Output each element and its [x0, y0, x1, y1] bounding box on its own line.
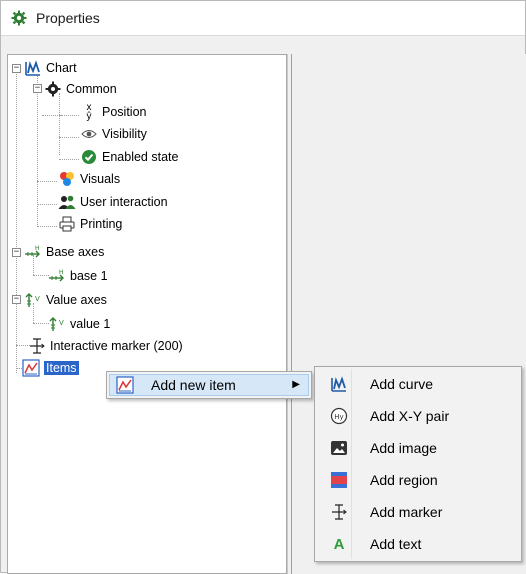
tree-line [59, 93, 60, 155]
tree-node-chart[interactable]: Chart [24, 58, 77, 78]
tree-line [59, 159, 79, 160]
tree-node-base-axes[interactable]: H Base axes [24, 242, 104, 262]
expander-base-axes[interactable]: − [12, 248, 21, 257]
text-icon: A [329, 534, 349, 554]
title-bar: Properties [1, 1, 525, 36]
tree-label-position: Position [102, 105, 147, 119]
tree-line [59, 137, 79, 138]
chevron-right-icon: ▶ [292, 379, 300, 390]
menu-item-add-region[interactable]: Add region [317, 465, 519, 495]
items-icon [22, 359, 40, 377]
chart-icon [24, 59, 42, 77]
printer-icon [58, 215, 76, 233]
gear-icon [11, 10, 27, 26]
marker-icon [28, 337, 46, 355]
axis-h-glyph: H [59, 269, 64, 276]
menu-label-add-image: Add image [370, 440, 437, 456]
tree-node-printing[interactable]: Printing [58, 214, 122, 234]
tree-line [37, 181, 57, 182]
eye-icon [80, 125, 98, 143]
menu-item-add-text[interactable]: A Add text [317, 529, 519, 559]
menu-label-add-text: Add text [370, 536, 422, 552]
menu-item-add-new-item[interactable]: Add new item ▶ [109, 374, 309, 396]
tree-node-visibility[interactable]: Visibility [80, 124, 147, 144]
expander-chart[interactable]: − [12, 64, 21, 73]
menu-item-add-marker[interactable]: Add marker [317, 497, 519, 527]
context-menu: Add new item ▶ [106, 371, 312, 399]
tree-label-base-axes: Base axes [46, 245, 105, 259]
gear-icon [44, 80, 62, 98]
check-circle-icon [80, 148, 98, 166]
tree-node-items[interactable]: Items [22, 358, 79, 378]
image-icon [329, 438, 349, 458]
tree-label-value-1: value 1 [70, 317, 111, 331]
tree-node-enabled-state[interactable]: Enabled state [80, 147, 178, 167]
tree-line [37, 226, 57, 227]
position-icon: x ŷ [80, 103, 98, 122]
tree-line [33, 323, 49, 324]
axis-v-glyph: V [59, 319, 64, 327]
tree-label-chart: Chart [46, 61, 77, 75]
menu-item-add-image[interactable]: Add image [317, 433, 519, 463]
palette-icon [58, 170, 76, 188]
menu-item-add-curve[interactable]: Add curve [317, 369, 519, 399]
submenu: Add curve Hy Add X-Y pair Add image Add … [314, 366, 522, 562]
region-icon [329, 470, 349, 490]
axis-v-glyph: V [35, 295, 40, 303]
tree-label-visuals: Visuals [80, 172, 121, 186]
tree-label-enabled-state: Enabled state [102, 150, 179, 164]
tree-label-items: Items [44, 361, 79, 375]
marker-icon [329, 502, 349, 522]
menu-label-add-xy-pair: Add X-Y pair [370, 408, 450, 424]
properties-tree[interactable]: − − − − Chart Common x ŷ Position Visibi… [7, 54, 287, 574]
text-A-glyph: A [333, 535, 345, 553]
tree-label-visibility: Visibility [102, 127, 147, 141]
base-axis-icon: H [48, 267, 66, 285]
tree-label-interactive-marker: Interactive marker (200) [50, 339, 183, 353]
users-icon [58, 193, 76, 211]
tree-node-value-1[interactable]: V value 1 [48, 314, 110, 334]
expander-value-axes[interactable]: − [12, 295, 21, 304]
menu-label-add-new-item: Add new item [151, 377, 236, 393]
menu-label-add-marker: Add marker [370, 504, 443, 520]
xy-pair-icon: Hy [329, 406, 349, 426]
menu-label-add-region: Add region [370, 472, 438, 488]
position-y-glyph: ŷ [86, 111, 92, 122]
value-axis-icon: V [48, 315, 66, 333]
tree-label-printing: Printing [80, 217, 123, 231]
base-axis-icon: H [24, 243, 42, 261]
tree-line [33, 275, 49, 276]
tree-node-position[interactable]: x ŷ Position [80, 102, 147, 122]
expander-common[interactable]: − [33, 84, 42, 93]
tree-line [59, 115, 79, 116]
menu-item-add-xy-pair[interactable]: Hy Add X-Y pair [317, 401, 519, 431]
tree-node-user-interaction[interactable]: User interaction [58, 192, 168, 212]
menu-label-add-curve: Add curve [370, 376, 434, 392]
tree-label-value-axes: Value axes [46, 293, 107, 307]
tree-node-interactive-marker[interactable]: Interactive marker (200) [28, 336, 183, 356]
xy-glyph: Hy [334, 413, 343, 421]
tree-label-common: Common [66, 82, 117, 96]
items-icon [116, 376, 134, 394]
tree-line [37, 75, 38, 225]
tree-node-value-axes[interactable]: V Value axes [24, 290, 107, 310]
tree-line [16, 72, 17, 373]
value-axis-icon: V [24, 291, 42, 309]
tree-node-visuals[interactable]: Visuals [58, 169, 120, 189]
axis-h-glyph: H [35, 245, 40, 252]
tree-label-base-1: base 1 [70, 269, 108, 283]
curve-icon [329, 374, 349, 394]
window-title: Properties [36, 10, 100, 26]
tree-node-common[interactable]: Common [44, 79, 117, 99]
tree-line [37, 204, 57, 205]
tree-label-user-interaction: User interaction [80, 195, 168, 209]
tree-node-base-1[interactable]: H base 1 [48, 266, 108, 286]
